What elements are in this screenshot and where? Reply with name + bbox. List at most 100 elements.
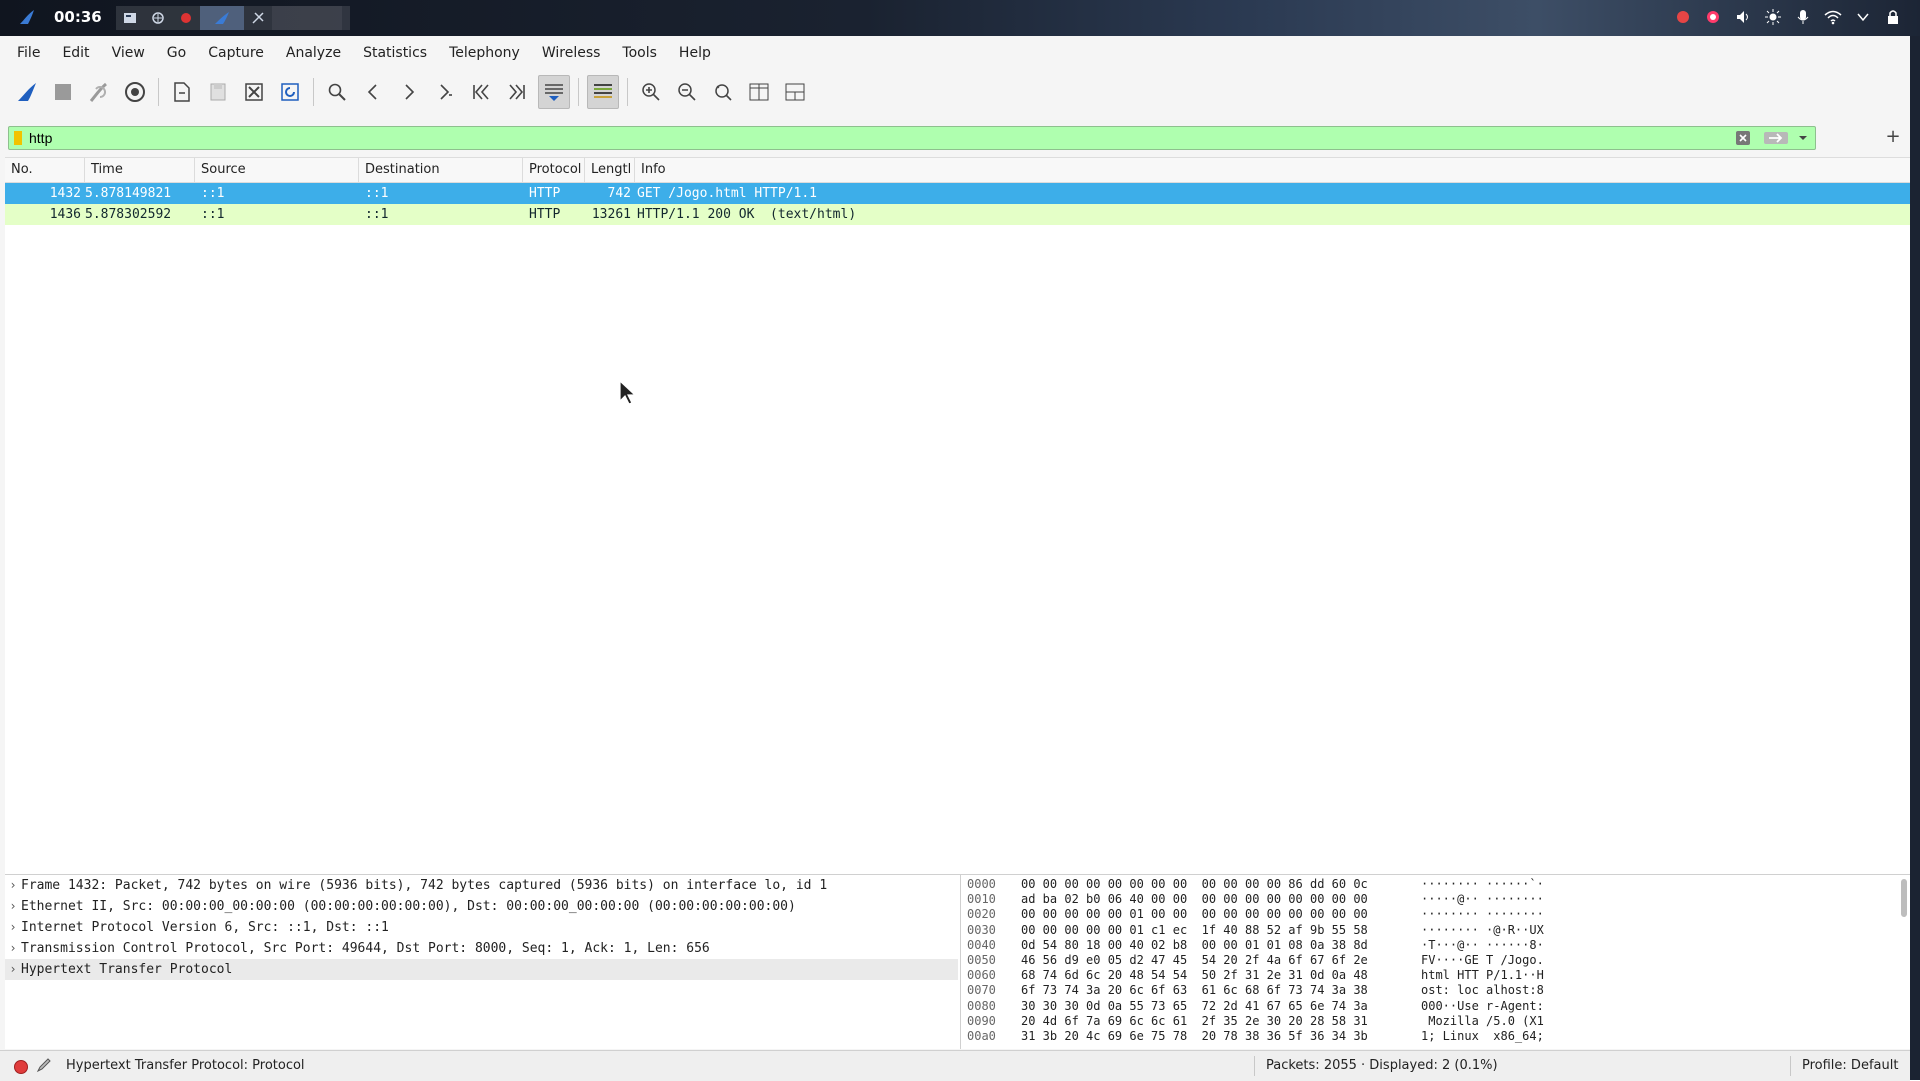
menu-help[interactable]: Help <box>668 45 722 61</box>
layout-panes-button[interactable] <box>780 76 810 108</box>
hex-row: 0030 00 00 00 00 00 01 c1 ec 1f 40 88 52 … <box>961 923 1911 938</box>
add-filter-button[interactable]: + <box>1883 126 1903 148</box>
clear-filter-icon[interactable] <box>1735 130 1751 146</box>
resize-columns-button[interactable] <box>744 76 774 108</box>
hex-bytes: 0d 54 80 18 00 40 02 b8 00 00 01 01 08 0… <box>1021 937 1368 952</box>
packet-length: 742 <box>607 186 631 201</box>
save-file-button[interactable] <box>203 76 233 108</box>
task-network-icon[interactable] <box>144 6 172 30</box>
expert-info-icon[interactable] <box>14 1060 28 1074</box>
microphone-icon[interactable] <box>1794 8 1812 26</box>
hex-offset: 0050 <box>967 952 996 967</box>
menu-tools[interactable]: Tools <box>611 45 668 61</box>
column-time[interactable]: Time <box>85 158 195 182</box>
display-filter-input[interactable] <box>29 129 1749 147</box>
next-packet-button[interactable] <box>394 76 424 108</box>
packet-list-header: No. Time Source Destination Protocol Len… <box>5 158 1910 183</box>
brightness-icon[interactable] <box>1764 8 1782 26</box>
column-info[interactable]: Info <box>635 158 1910 182</box>
detail-tcp[interactable]: › Transmission Control Protocol, Src Por… <box>5 938 958 959</box>
bookmark-icon[interactable] <box>14 131 22 145</box>
menu-statistics[interactable]: Statistics <box>352 45 438 61</box>
detail-http[interactable]: › Hypertext Transfer Protocol <box>5 959 958 980</box>
close-file-button[interactable] <box>239 76 269 108</box>
packet-destination: ::1 <box>365 186 389 201</box>
packet-row[interactable]: 1432 5.878149821 ::1 ::1 HTTP 742 GET /J… <box>5 183 1910 204</box>
hex-bytes: 00 00 00 00 00 01 c1 ec 1f 40 88 52 af 9… <box>1021 922 1368 937</box>
bytes-scrollbar[interactable] <box>1901 879 1907 917</box>
column-length[interactable]: Lengtl <box>585 158 635 182</box>
apply-filter-icon[interactable] <box>1763 130 1789 146</box>
colorize-button[interactable] <box>587 75 619 109</box>
clock: 00:36 <box>54 8 102 26</box>
response-arrow-icon <box>5 204 21 225</box>
detail-ipv6[interactable]: › Internet Protocol Version 6, Src: ::1,… <box>5 917 958 938</box>
zoom-out-button[interactable] <box>672 76 702 108</box>
task-list <box>116 6 350 30</box>
menu-telephony[interactable]: Telephony <box>438 45 531 61</box>
last-packet-button[interactable] <box>502 76 532 108</box>
hex-ascii: ········ ········ <box>1421 907 1544 922</box>
filter-history-chevron-icon[interactable] <box>1795 130 1811 146</box>
hex-bytes: 30 30 30 0d 0a 55 73 65 72 2d 41 67 65 6… <box>1021 998 1368 1013</box>
column-destination[interactable]: Destination <box>359 158 523 182</box>
wireshark-logo-icon[interactable] <box>18 8 36 26</box>
lock-icon[interactable] <box>1884 8 1902 26</box>
toolbar-separator <box>627 78 628 106</box>
detail-label: Ethernet II, Src: 00:00:00_00:00:00 (00:… <box>21 899 796 914</box>
detail-ethernet[interactable]: › Ethernet II, Src: 00:00:00_00:00:00 (0… <box>5 896 958 917</box>
hex-row: 0060 68 74 6d 6c 20 48 54 54 50 2f 31 2e … <box>961 968 1911 983</box>
chevron-down-icon[interactable] <box>1854 8 1872 26</box>
reload-file-button[interactable] <box>275 76 305 108</box>
detail-frame[interactable]: › Frame 1432: Packet, 742 bytes on wire … <box>5 875 958 896</box>
chevron-right-icon[interactable]: › <box>5 875 21 896</box>
packet-bytes-pane[interactable]: 0000 00 00 00 00 00 00 00 00 00 00 00 00 … <box>960 875 1911 1049</box>
record-icon[interactable] <box>1674 8 1692 26</box>
hex-offset: 0030 <box>967 922 996 937</box>
task-recorder-icon[interactable] <box>172 6 200 30</box>
start-capture-button[interactable] <box>12 76 42 108</box>
task-wireshark-icon[interactable] <box>200 6 244 30</box>
packet-source: ::1 <box>201 207 225 222</box>
hex-ascii: ········ ·@·R··UX <box>1421 922 1544 937</box>
column-source[interactable]: Source <box>195 158 359 182</box>
record-red-icon[interactable] <box>1704 8 1722 26</box>
go-to-packet-button[interactable] <box>430 76 460 108</box>
volume-icon[interactable] <box>1734 8 1752 26</box>
menu-view[interactable]: View <box>101 45 156 61</box>
capture-options-button[interactable] <box>120 76 150 108</box>
hex-ascii: 1; Linux x86_64; <box>1421 1028 1544 1043</box>
wifi-icon[interactable] <box>1824 8 1842 26</box>
chevron-right-icon[interactable]: › <box>5 896 21 917</box>
status-bar: Hypertext Transfer Protocol: Protocol Pa… <box>0 1050 1910 1081</box>
hex-offset: 0010 <box>967 892 996 907</box>
find-packet-button[interactable] <box>322 76 352 108</box>
desktop-edge <box>1910 36 1920 1080</box>
open-file-button[interactable] <box>167 76 197 108</box>
hex-offset: 0000 <box>967 877 996 891</box>
column-protocol[interactable]: Protocol <box>523 158 585 182</box>
restart-capture-button[interactable] <box>84 76 114 108</box>
menu-file[interactable]: File <box>6 45 51 61</box>
chevron-right-icon[interactable]: › <box>5 938 21 959</box>
normal-size-button[interactable] <box>708 76 738 108</box>
packet-row[interactable]: 1436 5.878302592 ::1 ::1 HTTP 13261 HTTP… <box>5 204 1910 225</box>
stop-capture-button[interactable] <box>48 76 78 108</box>
chevron-right-icon[interactable]: › <box>5 917 21 938</box>
column-no[interactable]: No. <box>5 158 85 182</box>
chevron-right-icon[interactable]: › <box>5 959 21 980</box>
menu-go[interactable]: Go <box>156 45 197 61</box>
edit-comment-icon[interactable] <box>36 1057 52 1073</box>
profile-switcher[interactable]: Profile: Default <box>1802 1058 1898 1073</box>
first-packet-button[interactable] <box>466 76 496 108</box>
menu-wireless[interactable]: Wireless <box>531 45 612 61</box>
task-tool-icon[interactable] <box>244 6 272 30</box>
menu-capture[interactable]: Capture <box>197 45 275 61</box>
zoom-in-button[interactable] <box>636 76 666 108</box>
packet-info: HTTP/1.1 200 OK (text/html) <box>637 207 857 222</box>
task-terminal-icon[interactable] <box>116 6 144 30</box>
previous-packet-button[interactable] <box>358 76 388 108</box>
auto-scroll-button[interactable] <box>538 75 570 109</box>
menu-edit[interactable]: Edit <box>51 45 100 61</box>
menu-analyze[interactable]: Analyze <box>275 45 352 61</box>
